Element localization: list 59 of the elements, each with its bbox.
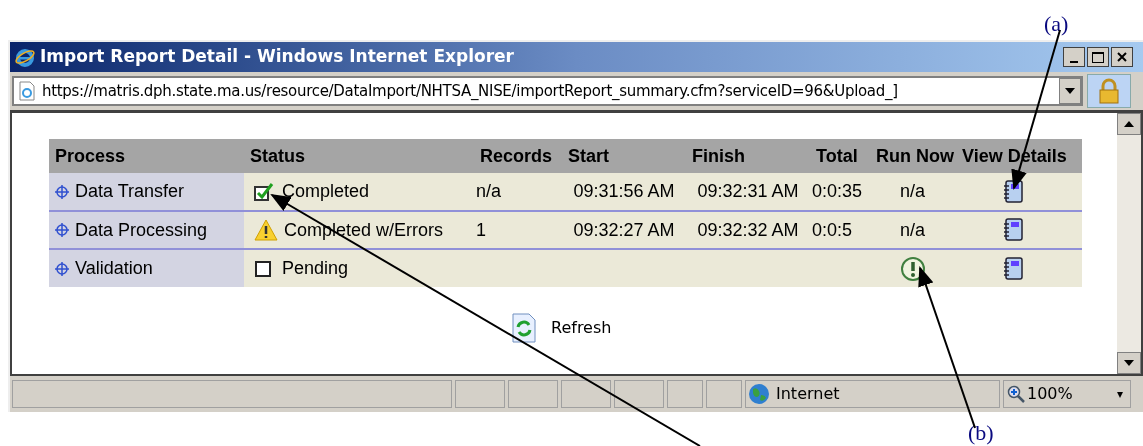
warning-icon bbox=[254, 219, 278, 241]
page-icon bbox=[18, 81, 36, 101]
annotation-label: (b) bbox=[968, 420, 994, 446]
process-name: Validation bbox=[75, 257, 153, 280]
security-zone: Internet bbox=[776, 383, 840, 405]
status-text: Completed bbox=[282, 180, 370, 203]
status-bar-pane bbox=[455, 380, 505, 408]
table-cell: n/a bbox=[476, 181, 502, 201]
minimize-button[interactable] bbox=[1063, 47, 1085, 67]
expand-icon[interactable] bbox=[55, 223, 69, 237]
globe-icon bbox=[748, 383, 770, 405]
status-bar-pane bbox=[706, 380, 742, 408]
zoom-level[interactable]: 100% bbox=[1027, 382, 1073, 406]
close-button[interactable] bbox=[1111, 47, 1133, 67]
column-header: Records bbox=[480, 145, 553, 166]
process-name: Data Processing bbox=[75, 218, 208, 242]
status-bar-pane bbox=[667, 380, 703, 408]
table-cell: 09:32:31 AM bbox=[697, 181, 799, 201]
table-cell: n/a bbox=[900, 181, 926, 201]
column-header: Finish bbox=[692, 145, 745, 166]
window-title: Import Report Detail - Windows Internet Explorer bbox=[40, 45, 514, 69]
lock-icon bbox=[1087, 74, 1131, 108]
column-header: Process bbox=[55, 145, 126, 166]
notebook-icon[interactable] bbox=[1002, 256, 1024, 281]
checkbox-checked-icon bbox=[254, 182, 276, 201]
dropdown-button[interactable] bbox=[1059, 78, 1081, 104]
column-header: Total bbox=[816, 145, 858, 166]
table-cell: 0:0:35 bbox=[812, 181, 863, 201]
scrollbar[interactable] bbox=[1117, 113, 1141, 374]
maximize-button[interactable] bbox=[1087, 47, 1109, 67]
refresh-button[interactable]: Refresh bbox=[511, 313, 612, 343]
column-header: Status bbox=[250, 145, 305, 166]
up-arrow-icon[interactable] bbox=[1124, 121, 1134, 127]
annotation-label: (a) bbox=[1044, 10, 1069, 38]
browser-logo-icon bbox=[14, 46, 36, 68]
status-bar-pane bbox=[561, 380, 611, 408]
caret-icon bbox=[1065, 88, 1075, 94]
status-text: Pending bbox=[282, 257, 349, 280]
column-header: Run Now bbox=[876, 145, 954, 166]
exclamation-circle-icon[interactable] bbox=[900, 255, 926, 282]
process-name: Data Transfer bbox=[75, 180, 185, 203]
address-field[interactable]: https://matris.dph.state.ma.us/resource/DataImport/NHTSA_NISE/importReport_summary.cfm?serviceID=96&Upload_] bbox=[12, 76, 1083, 106]
expand-icon[interactable] bbox=[55, 261, 69, 276]
status-bar-pane bbox=[614, 380, 664, 408]
zoom-icon bbox=[1007, 385, 1025, 403]
table-cell: 09:31:56 AM bbox=[573, 181, 675, 201]
column-header: Start bbox=[568, 145, 609, 166]
down-arrow-icon[interactable] bbox=[1124, 360, 1134, 366]
refresh-icon bbox=[511, 313, 537, 343]
table-cell: 09:32:32 AM bbox=[697, 219, 799, 240]
table-cell: 1 bbox=[476, 219, 486, 240]
notebook-icon[interactable] bbox=[1002, 218, 1024, 242]
status-bar-pane bbox=[508, 380, 558, 408]
table-cell: 09:32:27 AM bbox=[573, 219, 675, 240]
table-cell: n/a bbox=[900, 219, 926, 240]
table-cell: 0:0:5 bbox=[812, 219, 853, 240]
zoom-caret[interactable]: ▾ bbox=[1117, 385, 1123, 403]
close-icon bbox=[1117, 52, 1127, 62]
expand-icon[interactable] bbox=[55, 184, 69, 199]
